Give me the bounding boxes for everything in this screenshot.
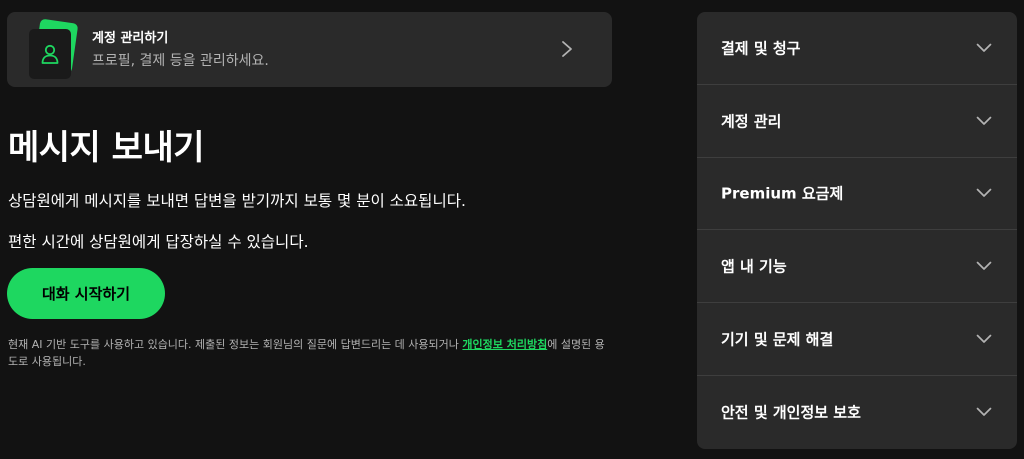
description-line-1: 상담원에게 메시지를 보내면 답변을 받기까지 보통 몇 분이 소요됩니다. — [8, 192, 466, 210]
manage-account-title: 계정 관리하기 — [92, 31, 169, 46]
chevron-down-icon — [975, 403, 993, 421]
faq-item-safety-privacy[interactable]: 안전 및 개인정보 보호 — [697, 376, 1017, 449]
manage-account-subtitle: 프로필, 결제 등을 관리하세요. — [92, 53, 269, 69]
chevron-down-icon — [975, 330, 993, 348]
faq-item-payment[interactable]: 결제 및 청구 — [697, 12, 1017, 85]
chevron-down-icon — [975, 184, 993, 202]
manage-account-card[interactable]: 계정 관리하기 프로필, 결제 등을 관리하세요. — [7, 12, 612, 87]
disclaimer-text-before: 현재 AI 기반 도구를 사용하고 있습니다. 제출된 정보는 회원님의 질문에… — [8, 338, 463, 351]
privacy-policy-link[interactable]: 개인정보 처리방침 — [462, 338, 547, 351]
user-card-icon — [29, 18, 79, 79]
faq-item-devices[interactable]: 기기 및 문제 해결 — [697, 303, 1017, 376]
faq-item-app-features[interactable]: 앱 내 기능 — [697, 230, 1017, 304]
faq-item-premium[interactable]: Premium 요금제 — [697, 158, 1017, 231]
faq-item-label: 계정 관리 — [721, 112, 782, 131]
help-page: 계정 관리하기 프로필, 결제 등을 관리하세요. 메시지 보내기 상담원에게 … — [0, 0, 1024, 459]
chevron-right-icon — [556, 38, 578, 60]
description-line-2: 편한 시간에 상담원에게 답장하실 수 있습니다. — [8, 233, 309, 251]
start-chat-button[interactable]: 대화 시작하기 — [7, 268, 165, 319]
faq-item-label: Premium 요금제 — [721, 184, 844, 203]
faq-item-label: 앱 내 기능 — [721, 257, 787, 276]
chevron-down-icon — [975, 112, 993, 130]
faq-item-label: 결제 및 청구 — [721, 39, 801, 58]
faq-item-label: 기기 및 문제 해결 — [721, 330, 834, 349]
chevron-down-icon — [975, 257, 993, 275]
faq-item-label: 안전 및 개인정보 보호 — [721, 403, 861, 422]
help-topics-panel: 결제 및 청구 계정 관리 Premium 요금제 앱 내 기능 기기 및 문제… — [697, 12, 1017, 449]
ai-disclaimer: 현재 AI 기반 도구를 사용하고 있습니다. 제출된 정보는 회원님의 질문에… — [8, 336, 608, 370]
chevron-down-icon — [975, 39, 993, 57]
faq-item-account[interactable]: 계정 관리 — [697, 85, 1017, 158]
page-title: 메시지 보내기 — [8, 128, 205, 168]
